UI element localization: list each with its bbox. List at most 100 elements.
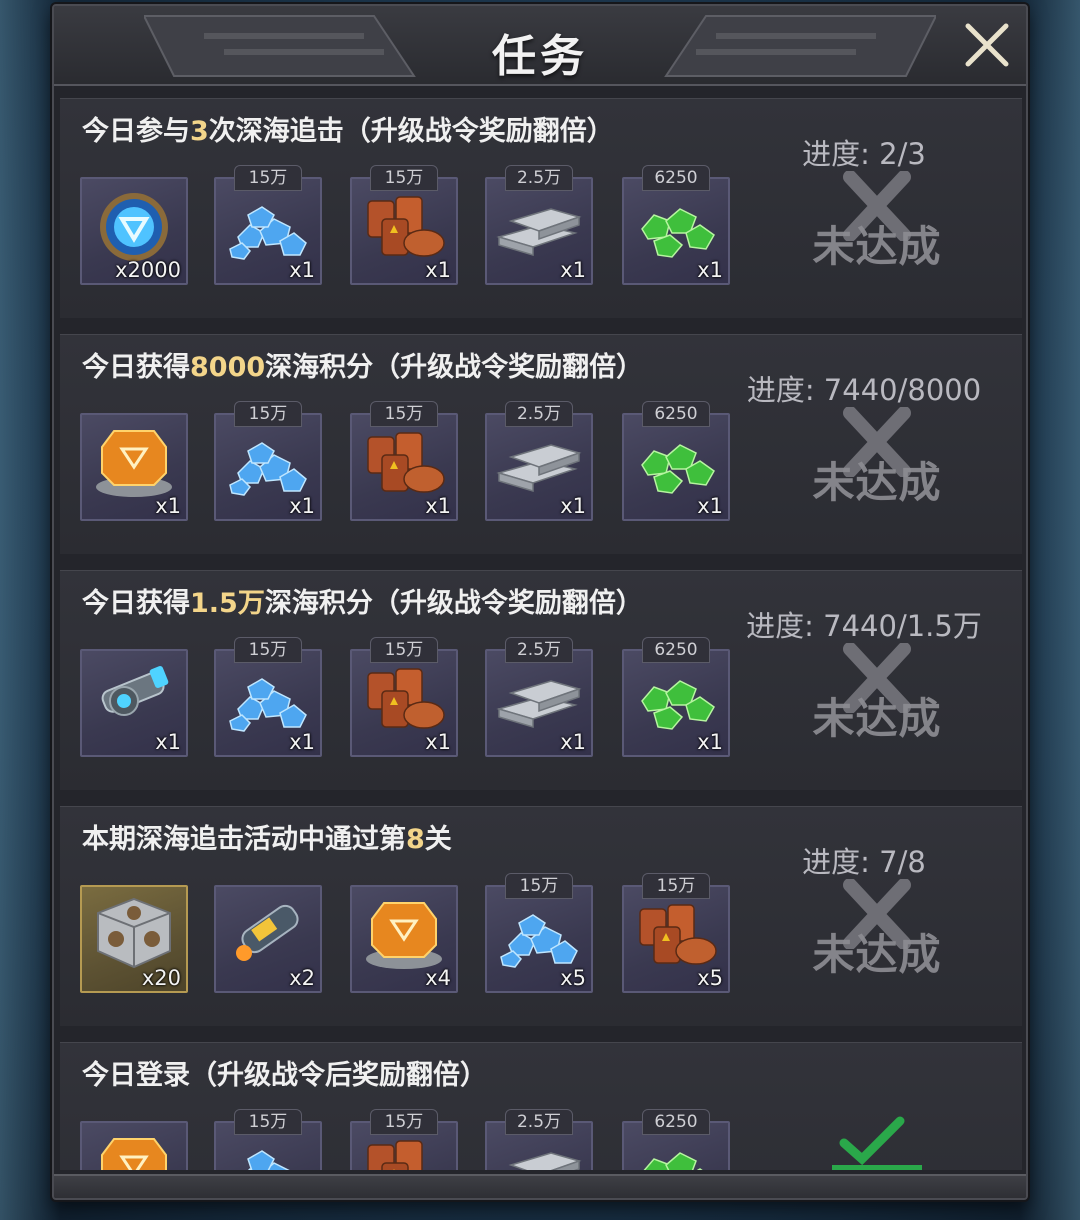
orange-core-device-icon <box>356 893 452 973</box>
reward-item[interactable] <box>80 1121 188 1170</box>
blue-crystals-icon <box>220 1129 316 1170</box>
task-title-text: 关 <box>424 824 452 855</box>
reward-item[interactable]: 2.5万 x1 <box>485 165 593 285</box>
reward-item[interactable]: x4 <box>350 885 458 993</box>
reward-quantity: x1 <box>289 258 315 282</box>
reward-item[interactable]: 15万 x1 <box>350 637 458 757</box>
reward-quantity: x1 <box>155 494 181 518</box>
oil-barrels-icon <box>628 893 724 973</box>
blue-crystals-icon <box>220 657 316 737</box>
task-title-highlight: 3 <box>190 116 209 147</box>
orange-core-device-icon <box>86 421 182 501</box>
reward-item[interactable]: 15万 x1 <box>350 165 458 285</box>
task-progress: 进度: 7440/8000 <box>746 373 982 407</box>
task-progress: 进度: 7/8 <box>802 845 926 879</box>
reward-item[interactable]: 15万 <box>350 1109 458 1170</box>
oil-barrels-icon <box>356 1129 452 1170</box>
reward-item[interactable]: 15万 x1 <box>350 401 458 521</box>
green-gems-icon <box>628 185 724 265</box>
reward-item[interactable]: 15万 x5 <box>485 873 593 993</box>
incomplete-status: 未达成 <box>782 879 972 989</box>
reward-item[interactable]: 15万 x1 <box>214 637 322 757</box>
reward-quantity: x1 <box>560 494 586 518</box>
reward-amount-tag: 6250 <box>642 401 710 427</box>
task-title: 今日获得8000深海积分（升级战令奖励翻倍） <box>82 345 643 384</box>
reward-item[interactable]: 6250 x1 <box>622 401 730 521</box>
reward-item[interactable]: x20 <box>80 885 188 993</box>
incomplete-status: 未达成 <box>782 407 972 517</box>
reward-amount-tag: 15万 <box>505 873 573 899</box>
reward-amount-tag: 2.5万 <box>505 1109 573 1135</box>
task-card: 今日获得8000深海积分（升级战令奖励翻倍） x1 15万 x1 15万 x1 2.5万 x1… <box>60 334 1022 554</box>
reward-item[interactable]: x1 <box>80 413 188 521</box>
reward-item[interactable]: 15万 x5 <box>622 873 730 993</box>
background-glow-left <box>0 0 60 1220</box>
green-gems-icon <box>628 657 724 737</box>
reward-item[interactable]: 6250 x1 <box>622 637 730 757</box>
steel-ingots-icon <box>491 185 587 265</box>
task-title-highlight: 1.5万 <box>190 588 265 619</box>
reward-amount-tag: 15万 <box>234 401 302 427</box>
reward-item[interactable]: 2.5万 <box>485 1109 593 1170</box>
task-progress: 进度: 7440/1.5万 <box>746 609 982 643</box>
reward-amount-tag: 15万 <box>370 401 438 427</box>
reward-amount-tag: 6250 <box>642 1109 710 1135</box>
reward-amount-tag: 2.5万 <box>505 637 573 663</box>
reward-quantity: x1 <box>425 258 451 282</box>
reward-amount-tag: 15万 <box>234 1109 302 1135</box>
task-card: 今日参与3次深海追击（升级战令奖励翻倍） x2000 15万 x1 15万 x1 2.5万 x… <box>60 98 1022 318</box>
reward-item[interactable]: 15万 <box>214 1109 322 1170</box>
reward-item[interactable]: x2000 <box>80 177 188 285</box>
reward-quantity: x1 <box>697 494 723 518</box>
status-label: 未达成 <box>812 930 942 979</box>
incomplete-status: 未达成 <box>782 643 972 753</box>
task-title-text: 本期深海追击活动中通过第 <box>82 824 406 855</box>
reward-quantity: x2 <box>289 966 315 990</box>
reward-amount-tag: 2.5万 <box>505 401 573 427</box>
task-title: 本期深海追击活动中通过第8关 <box>82 817 452 856</box>
task-title-text: 今日获得 <box>82 352 190 383</box>
close-button[interactable] <box>962 20 1012 70</box>
steel-ingots-icon <box>491 1129 587 1170</box>
reward-quantity: x1 <box>697 258 723 282</box>
reward-item[interactable]: 6250 <box>622 1109 730 1170</box>
reward-item[interactable]: 6250 x1 <box>622 165 730 285</box>
reward-item[interactable]: 2.5万 x1 <box>485 401 593 521</box>
metal-cube-icon <box>86 893 182 973</box>
page-title: 任务 <box>492 31 588 82</box>
status-label: 未达成 <box>812 222 942 271</box>
reward-quantity: x2000 <box>115 258 181 282</box>
reward-item[interactable]: 15万 x1 <box>214 165 322 285</box>
reward-quantity: x1 <box>289 494 315 518</box>
reward-amount-tag: 6250 <box>642 637 710 663</box>
oil-barrels-icon <box>356 657 452 737</box>
reward-amount-tag: 15万 <box>234 637 302 663</box>
fuel-canister-icon <box>220 893 316 973</box>
task-title-text: 今日登录（升级战令后奖励翻倍） <box>82 1060 487 1091</box>
oil-barrels-icon <box>356 421 452 501</box>
close-icon <box>965 23 1009 67</box>
reward-quantity: x1 <box>560 730 586 754</box>
cannon-module-icon <box>86 657 182 737</box>
reward-quantity: x1 <box>155 730 181 754</box>
panel-footer <box>54 1174 1026 1198</box>
blue-crystals-icon <box>220 421 316 501</box>
reward-quantity: x1 <box>560 258 586 282</box>
blue-emblem-coin-icon <box>86 185 182 265</box>
steel-ingots-icon <box>491 657 587 737</box>
task-panel: 任务 今日参与3次深海追击（升级战令奖励翻倍） x2000 15万 x1 15万 x1 2.… <box>52 4 1028 1200</box>
task-title: 今日获得1.5万深海积分（升级战令奖励翻倍） <box>82 581 643 620</box>
reward-item[interactable]: x2 <box>214 885 322 993</box>
reward-item[interactable]: x1 <box>80 649 188 757</box>
reward-item[interactable]: 2.5万 x1 <box>485 637 593 757</box>
task-title: 今日参与3次深海追击（升级战令奖励翻倍） <box>82 109 614 148</box>
complete-status <box>782 1115 972 1170</box>
reward-amount-tag: 15万 <box>370 1109 438 1135</box>
task-list[interactable]: 今日参与3次深海追击（升级战令奖励翻倍） x2000 15万 x1 15万 x1 2.5万 x… <box>60 98 1022 1170</box>
checkmark-icon <box>832 1116 922 1170</box>
reward-amount-tag: 6250 <box>642 165 710 191</box>
task-title-text: 深海积分（升级战令奖励翻倍） <box>264 588 643 619</box>
task-title: 今日登录（升级战令后奖励翻倍） <box>82 1053 487 1092</box>
reward-item[interactable]: 15万 x1 <box>214 401 322 521</box>
task-title-text: 今日参与 <box>82 116 190 147</box>
